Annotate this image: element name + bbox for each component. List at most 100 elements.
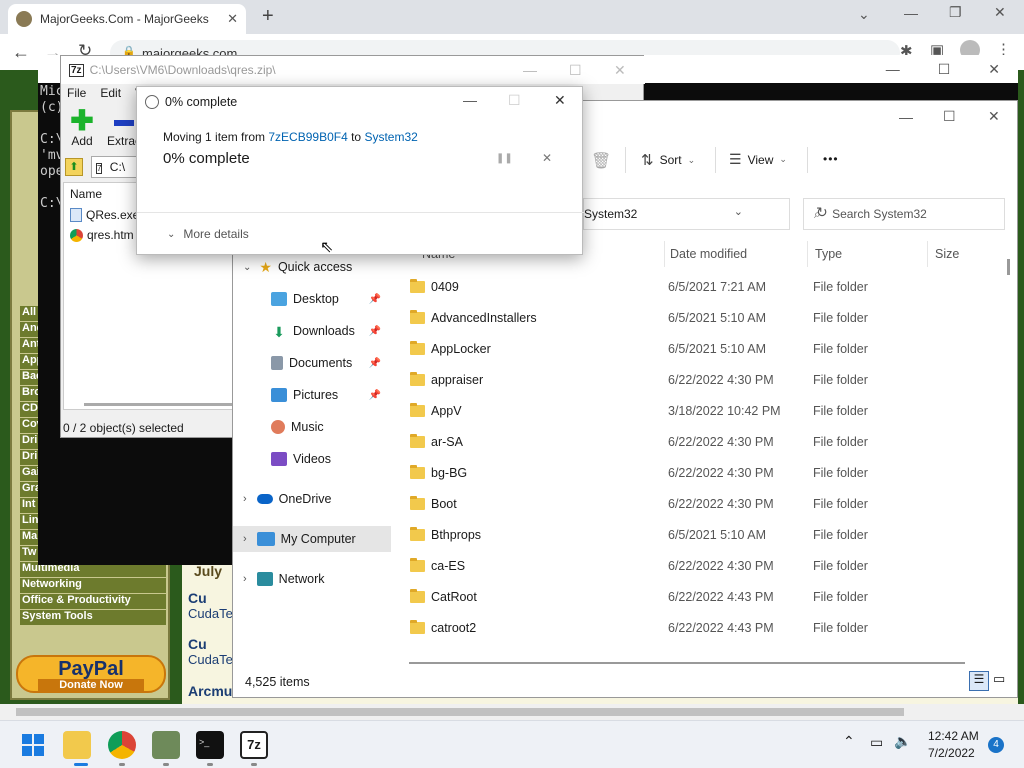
expand-chevron-icon: ›: [243, 493, 247, 505]
browser-restore-button[interactable]: ❐: [949, 4, 962, 21]
browser-close-button[interactable]: ✕: [994, 4, 1006, 21]
table-row[interactable]: 0409 6/5/2021 7:21 AM File folder: [408, 271, 1008, 302]
headline-2-sub[interactable]: CudaTe: [188, 652, 233, 667]
headline-1-sub[interactable]: CudaTe: [188, 606, 233, 621]
date-modified: 6/5/2021 5:10 AM: [668, 310, 766, 325]
up-folder-icon[interactable]: ⬆: [65, 158, 83, 176]
vertical-scrollbar[interactable]: [1007, 259, 1010, 275]
app-taskbar-icon[interactable]: [152, 731, 180, 759]
column-header-date[interactable]: Date modified: [670, 247, 747, 261]
more-options-button[interactable]: •••: [823, 152, 839, 166]
paypal-donate-button[interactable]: PayPal Donate Now: [16, 655, 166, 693]
sevenzip-minimize-button[interactable]: —: [523, 62, 537, 78]
browser-minimize-button[interactable]: —: [904, 5, 918, 21]
table-row[interactable]: AdvancedInstallers 6/5/2021 5:10 AM File f…: [408, 302, 1008, 333]
chrome-taskbar-icon[interactable]: [108, 731, 136, 759]
more-details-button[interactable]: ⌄ More details: [167, 227, 249, 241]
chevron-down-icon[interactable]: ⌄: [734, 205, 743, 218]
back-icon[interactable]: ←: [12, 42, 30, 63]
folder-icon: [410, 619, 425, 634]
explorer-search-field[interactable]: ⌕ Search System32: [803, 198, 1005, 230]
destination-link[interactable]: System32: [364, 130, 417, 144]
sevenzip-maximize-button[interactable]: ☐: [569, 62, 582, 79]
horizontal-scrollbar[interactable]: [84, 403, 234, 406]
category-link[interactable]: Office & Productivity: [20, 594, 166, 609]
notification-badge[interactable]: 4: [988, 737, 1004, 753]
sort-button[interactable]: ⇅ Sort ⌄: [641, 151, 695, 169]
table-row[interactable]: ca-ES 6/22/2022 4:30 PM File folder: [408, 550, 1008, 581]
table-row[interactable]: AppV 3/18/2022 10:42 PM File folder: [408, 395, 1008, 426]
table-row[interactable]: Bthprops 6/5/2021 5:10 AM File folder: [408, 519, 1008, 550]
menu-file[interactable]: File: [67, 86, 86, 100]
paypal-label: PayPal: [58, 658, 124, 680]
dialog-divider: [137, 212, 584, 213]
menu-edit[interactable]: Edit: [100, 86, 121, 100]
tiles-view-icon[interactable]: ▭: [993, 671, 1005, 687]
pause-icon[interactable]: ❚❚: [496, 153, 513, 164]
browser-horizontal-scrollbar[interactable]: [0, 704, 1024, 720]
add-button[interactable]: ✚ Add: [61, 107, 103, 149]
table-row[interactable]: CatRoot 6/22/2022 4:43 PM File folder: [408, 581, 1008, 612]
table-row[interactable]: ar-SA 6/22/2022 4:30 PM File folder: [408, 426, 1008, 457]
nav-network[interactable]: › Network: [233, 566, 391, 592]
file-explorer-taskbar-icon[interactable]: [63, 731, 91, 759]
nav-music[interactable]: Music: [233, 414, 391, 440]
view-button[interactable]: ☰ View ⌄: [729, 151, 787, 168]
progress-close-button[interactable]: ✕: [554, 92, 566, 109]
new-tab-button[interactable]: +: [262, 5, 274, 28]
progress-minimize-button[interactable]: —: [463, 92, 477, 108]
sevenzip-close-button[interactable]: ✕: [614, 62, 626, 79]
column-header-type[interactable]: Type: [815, 247, 842, 261]
progress-title: 0% complete: [165, 95, 238, 109]
headline-2[interactable]: Cu: [188, 636, 207, 652]
table-row[interactable]: Boot 6/22/2022 4:30 PM File folder: [408, 488, 1008, 519]
cmd-restore-button[interactable]: ☐: [938, 61, 951, 78]
volume-icon[interactable]: 🔈: [894, 733, 911, 750]
horizontal-scrollbar[interactable]: [409, 662, 965, 664]
sevenzip-menubar: File Edit V: [67, 86, 143, 100]
nav-label: Videos: [293, 452, 331, 466]
clock-date[interactable]: 7/2/2022: [928, 746, 975, 760]
tab-search-icon[interactable]: ⌄: [858, 6, 870, 23]
show-hidden-icons-icon[interactable]: ⌃: [843, 733, 855, 750]
scroll-thumb[interactable]: [16, 708, 904, 716]
network-tray-icon[interactable]: ▭: [870, 734, 883, 751]
table-row[interactable]: appraiser 6/22/2022 4:30 PM File folder: [408, 364, 1008, 395]
nav-videos[interactable]: Videos: [233, 446, 391, 472]
browser-tab[interactable]: MajorGeeks.Com - MajorGeeks ✕: [8, 4, 246, 34]
details-view-icon[interactable]: ☰: [969, 671, 989, 691]
explorer-minimize-button[interactable]: —: [899, 109, 913, 125]
nav-downloads[interactable]: ⬇ Downloads 📌: [233, 318, 391, 344]
nav-my-computer[interactable]: › My Computer: [233, 526, 391, 552]
table-row[interactable]: catroot2 6/22/2022 4:43 PM File folder: [408, 612, 1008, 643]
source-link[interactable]: 7zECB99B0F4: [268, 130, 347, 144]
explorer-maximize-button[interactable]: ☐: [943, 108, 956, 125]
sevenzip-taskbar-icon[interactable]: 7z: [240, 731, 268, 759]
date-modified: 6/22/2022 4:30 PM: [668, 465, 774, 480]
nav-onedrive[interactable]: › OneDrive: [233, 486, 391, 512]
cmd-minimize-button[interactable]: —: [886, 61, 900, 77]
cmd-close-button[interactable]: ✕: [988, 61, 1000, 78]
nav-pictures[interactable]: Pictures 📌: [233, 382, 391, 408]
table-row[interactable]: AppLocker 6/5/2021 5:10 AM File folder: [408, 333, 1008, 364]
column-header-size[interactable]: Size: [935, 247, 959, 261]
explorer-close-button[interactable]: ✕: [988, 108, 1000, 125]
paypal-sublabel: Donate Now: [38, 679, 144, 691]
cmd-taskbar-icon[interactable]: >_: [196, 731, 224, 759]
cancel-icon[interactable]: ✕: [542, 151, 552, 165]
progress-maximize-button[interactable]: ☐: [508, 92, 521, 109]
start-button[interactable]: [19, 731, 47, 759]
headline-1[interactable]: Cu: [188, 590, 207, 606]
category-link[interactable]: System Tools: [20, 610, 166, 625]
nav-desktop[interactable]: Desktop 📌: [233, 286, 391, 312]
category-link[interactable]: Networking: [20, 578, 166, 593]
clock-time[interactable]: 12:42 AM: [928, 729, 979, 743]
nav-documents[interactable]: Documents 📌: [233, 350, 391, 376]
table-row[interactable]: bg-BG 6/22/2022 4:30 PM File folder: [408, 457, 1008, 488]
delete-icon[interactable]: 🗑: [591, 151, 611, 171]
moving-prefix: Moving 1 item from: [163, 130, 269, 144]
explorer-address-bar[interactable]: System32 ⌄ ↻: [583, 198, 828, 230]
tab-close-icon[interactable]: ✕: [227, 11, 238, 27]
search-placeholder: Search System32: [832, 207, 927, 221]
nav-quick-access[interactable]: ⌄ ★ Quick access: [233, 254, 391, 280]
